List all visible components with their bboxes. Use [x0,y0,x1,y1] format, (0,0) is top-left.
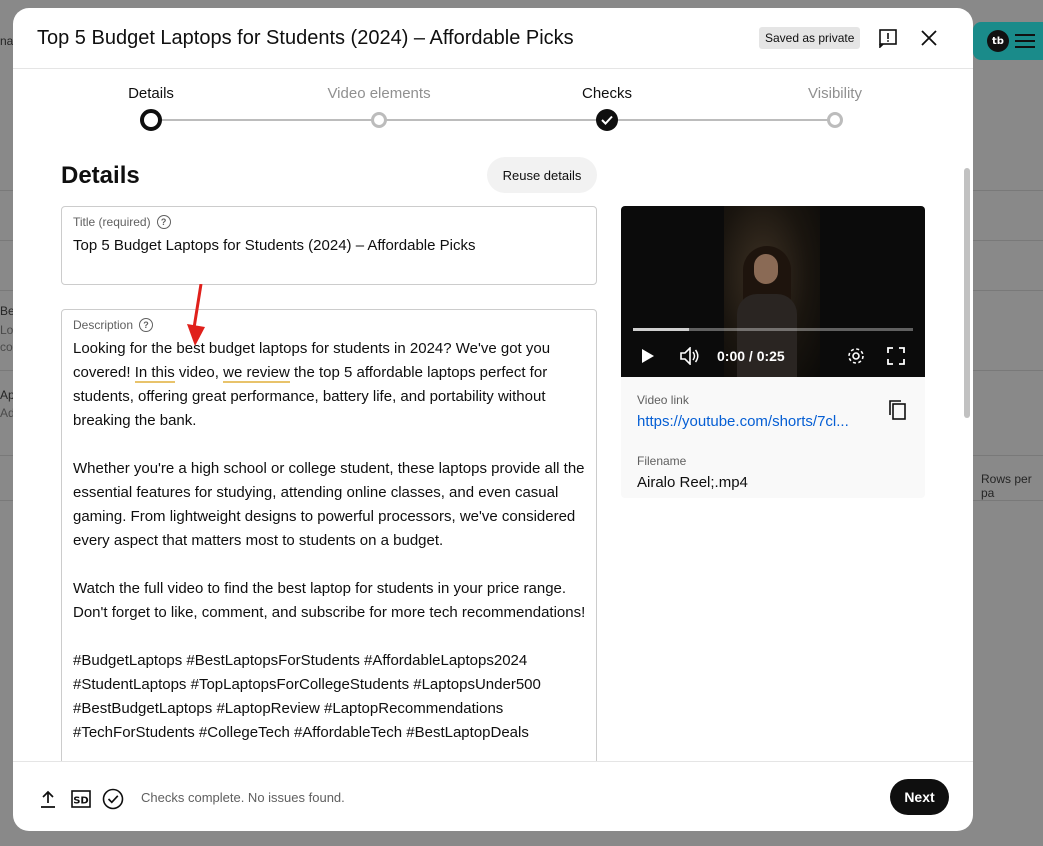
details-scroll-area[interactable]: Details Reuse details Title (required) ?… [13,150,973,762]
step-details[interactable]: Details [71,69,231,131]
title-label-text: Title (required) [73,215,151,229]
description-text: video, [174,364,224,381]
dialog-title: Top 5 Budget Laptops for Students (2024)… [37,26,574,49]
next-button[interactable]: Next [890,779,949,815]
title-field-label: Title (required) ? [73,215,171,229]
grammar-highlight[interactable]: In this [134,364,175,383]
quality-badge-text: SD [73,796,89,807]
filename-value: Airalo Reel;.mp4 [637,474,748,491]
sd-quality-icon[interactable]: SD [70,788,92,810]
upload-dialog: Top 5 Budget Laptops for Students (2024)… [13,8,973,831]
brand-logo: tb [987,30,1009,52]
video-link[interactable]: https://youtube.com/shorts/7cl... [637,413,862,430]
play-icon[interactable] [641,346,655,366]
video-preview-card: 0:00 / 0:25 Video link https://youtube.c… [621,206,925,498]
step-label: Video elements [327,85,431,102]
step-label: Visibility [808,85,862,102]
step-label: Checks [581,85,633,102]
description-text: Whether you're a high school or college … [73,460,589,549]
video-time: 0:00 / 0:25 [717,348,785,364]
scrollbar-thumb[interactable] [964,168,970,418]
section-title: Details [61,162,140,189]
checks-complete-icon[interactable] [102,788,124,810]
copy-icon[interactable] [887,399,907,426]
description-label-text: Description [73,318,134,332]
dialog-header: Top 5 Budget Laptops for Students (2024)… [13,8,973,69]
reuse-details-button[interactable]: Reuse details [487,157,597,193]
step-checks[interactable]: Checks [527,69,687,131]
video-link-label: Video link [637,393,689,407]
step-pending-indicator [371,112,387,128]
settings-gear-icon[interactable] [846,346,866,366]
check-icon [596,109,618,131]
dialog-footer: SD Checks complete. No issues found. Nex… [13,761,973,831]
description-field-label: Description ? [73,318,154,332]
description-text: Watch the full video to find the best la… [73,580,586,621]
title-input[interactable]: Top 5 Budget Laptops for Students (2024)… [73,237,476,254]
annotation-arrow-icon [187,284,205,346]
help-icon[interactable]: ? [139,318,154,332]
step-visibility[interactable]: Visibility [755,69,915,128]
extension-brand-tab[interactable]: tb [973,22,1043,60]
hamburger-icon [1015,34,1035,48]
video-player[interactable]: 0:00 / 0:25 [621,206,925,377]
grammar-highlight[interactable]: we review [223,364,290,383]
stepper-track [150,119,835,121]
video-subject-face [754,254,778,284]
help-icon[interactable]: ? [156,215,171,229]
description-hashtags: #BudgetLaptops #BestLaptopsForStudents #… [73,652,546,741]
close-icon[interactable] [917,26,941,50]
video-progress-fill [633,328,689,331]
checks-status-text: Checks complete. No issues found. [141,790,345,805]
description-field[interactable]: Description ? Looking for the best budge… [61,309,597,762]
title-field[interactable]: Title (required) ? Top 5 Budget Laptops … [61,206,597,285]
feedback-icon[interactable] [876,26,900,50]
upload-stepper: Details Video elements Checks Visibility [13,69,973,149]
fullscreen-icon[interactable] [887,346,905,366]
description-input[interactable]: Looking for the best budget laptops for … [73,337,588,745]
video-info: Video link https://youtube.com/shorts/7c… [621,393,925,491]
video-progress-bar[interactable] [633,328,913,331]
step-video-elements[interactable]: Video elements [299,69,459,128]
dialog-scrollbar[interactable] [963,160,971,760]
step-pending-indicator [827,112,843,128]
step-current-indicator [140,109,162,131]
step-label: Details [128,85,174,102]
upload-icon[interactable] [37,788,59,810]
video-subject-body [737,294,797,377]
volume-icon[interactable] [680,346,700,366]
saved-as-private-badge: Saved as private [759,27,861,49]
filename-label: Filename [637,454,687,468]
